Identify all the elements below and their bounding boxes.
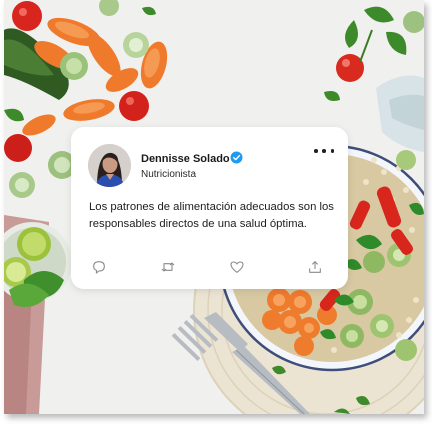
retweet-icon[interactable] (160, 259, 176, 275)
post-text: Los patrones de alimentación adecuados s… (89, 201, 334, 230)
more-dot (330, 149, 334, 153)
heart-icon[interactable] (229, 259, 245, 275)
share-upload-icon[interactable] (307, 259, 323, 275)
author-role: Nutricionista (141, 169, 197, 180)
author-name[interactable]: Dennisse Solado (141, 153, 230, 165)
avatar[interactable] (88, 144, 131, 187)
more-options-button[interactable] (314, 145, 334, 157)
verified-check-icon (230, 151, 243, 164)
comment-icon[interactable] (91, 259, 107, 275)
social-post-card: Dennisse Solado Nutricionista Los patron… (71, 127, 348, 289)
more-dot (322, 149, 326, 153)
more-horizontal-icon (314, 149, 318, 153)
